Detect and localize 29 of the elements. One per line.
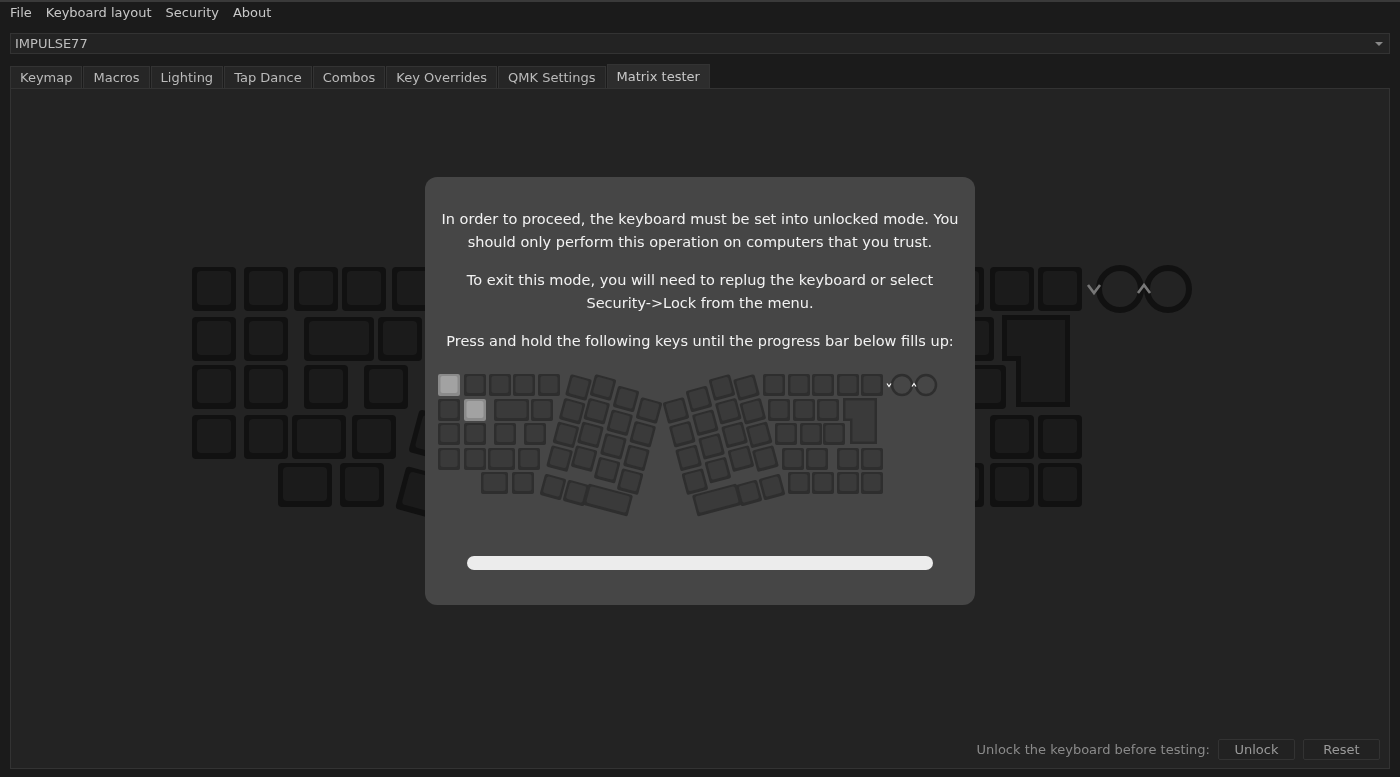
device-select-value: IMPULSE77 [15, 36, 88, 51]
tab[interactable]: Key Overrides [386, 66, 498, 88]
tab[interactable]: Tap Dance [224, 66, 312, 88]
device-select[interactable]: IMPULSE77 [10, 33, 1390, 54]
footer-button[interactable]: Unlock [1218, 739, 1295, 760]
chevron-up-icon [911, 382, 917, 388]
menu-item[interactable]: File [3, 4, 39, 20]
dialog-text: To exit this mode, you will need to replug the keyboard or select Security->Lock from the menu. [465, 271, 935, 313]
menu-item[interactable]: Security [158, 4, 226, 20]
encoder-knob [914, 373, 938, 397]
tab[interactable]: Lighting [150, 66, 224, 88]
dialog-text: In order to proceed, the keyboard must be set into unlocked mode. You should only perform this operation on computers that you trust. [441, 210, 959, 252]
chevron-down-icon [1086, 284, 1102, 296]
encoder-knob [890, 373, 914, 397]
menu-item[interactable]: About [225, 4, 279, 20]
caret-icon [1375, 41, 1383, 46]
encoder-knob [1144, 265, 1192, 313]
tab[interactable]: QMK Settings [498, 66, 606, 88]
footer-button[interactable]: Reset [1303, 739, 1380, 760]
chevron-up-icon [1136, 282, 1152, 294]
dialog-text: Press and hold the following keys until the progress bar below fills up: [446, 332, 954, 351]
tab[interactable]: Keymap [10, 66, 83, 88]
tab[interactable]: Combos [312, 66, 386, 88]
unlock-hint: Unlock the keyboard before testing: [976, 742, 1210, 757]
chevron-down-icon [886, 382, 892, 388]
menu-item[interactable]: Keyboard layout [38, 4, 159, 20]
tab[interactable]: Macros [83, 66, 150, 88]
encoder-knob [1096, 265, 1144, 313]
tab[interactable]: Matrix tester [606, 64, 710, 88]
